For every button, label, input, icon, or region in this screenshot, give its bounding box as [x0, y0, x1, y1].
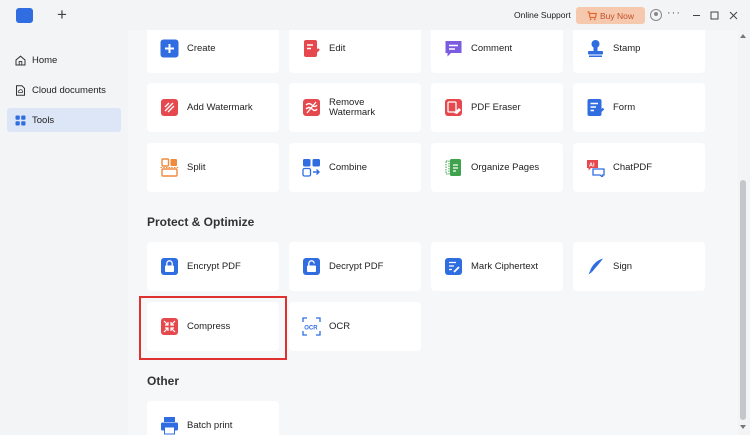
- section-title-protect-optimize: Protect & Optimize: [147, 215, 255, 229]
- stamp-icon: [588, 40, 603, 57]
- tool-label: Split: [187, 161, 206, 173]
- tool-add-watermark[interactable]: Add Watermark: [147, 83, 279, 132]
- new-tab-button[interactable]: +: [57, 5, 67, 25]
- tool-combine[interactable]: Combine: [289, 143, 421, 192]
- tool-label: Batch print: [187, 419, 233, 431]
- sidebar-item-tools[interactable]: Tools: [7, 108, 121, 132]
- remove-watermark-icon: [303, 99, 320, 116]
- maximize-icon[interactable]: [707, 8, 721, 22]
- tool-label: Combine: [329, 161, 368, 173]
- tools-panel: Create Edit Comment Stamp Add Watermark …: [128, 30, 738, 435]
- tool-split[interactable]: Split: [147, 143, 279, 192]
- minimize-icon[interactable]: [689, 8, 703, 22]
- tool-sign[interactable]: Sign: [573, 242, 705, 291]
- ocr-icon: OCR: [302, 317, 321, 336]
- user-avatar-icon[interactable]: [650, 9, 662, 21]
- tools-grid-icon: [15, 115, 26, 125]
- tool-create[interactable]: Create: [147, 30, 279, 73]
- tool-label: Add Watermark: [187, 101, 253, 113]
- tool-label: Encrypt PDF: [187, 260, 241, 272]
- more-menu-icon[interactable]: ···: [667, 7, 681, 19]
- online-support-link[interactable]: Online Support: [514, 10, 571, 20]
- cloud-document-icon: [16, 84, 25, 96]
- tool-label: Comment: [471, 42, 513, 54]
- tool-encrypt-pdf[interactable]: Encrypt PDF: [147, 242, 279, 291]
- sign-pen-icon: [588, 258, 603, 275]
- tool-batch-print[interactable]: Batch print: [147, 401, 279, 435]
- tool-stamp[interactable]: Stamp: [573, 30, 705, 73]
- edit-icon: [304, 40, 320, 57]
- tool-label: Sign: [613, 260, 633, 272]
- tool-label: Remove Watermark: [329, 96, 376, 118]
- home-icon: [15, 55, 26, 65]
- split-icon: [160, 158, 179, 177]
- tool-form[interactable]: Form: [573, 83, 705, 132]
- tool-mark-ciphertext[interactable]: Mark Ciphertext: [431, 242, 563, 291]
- svg-text:AI: AI: [589, 163, 595, 169]
- tool-label: ChatPDF: [613, 161, 653, 173]
- tool-label: Form: [613, 101, 636, 113]
- tool-label: Organize Pages: [471, 161, 540, 173]
- scrollbar-thumb[interactable]: [740, 180, 746, 420]
- pdf-eraser-icon: [445, 99, 462, 116]
- sidebar-item-label: Tools: [32, 114, 55, 126]
- tool-remove-watermark[interactable]: Remove Watermark: [289, 83, 421, 132]
- tool-edit[interactable]: Edit: [289, 30, 421, 73]
- chatpdf-icon: AI: [587, 160, 605, 177]
- combine-icon: [302, 159, 320, 177]
- tool-label: PDF Eraser: [471, 101, 521, 113]
- organize-pages-icon: [445, 159, 461, 176]
- tool-pdf-eraser[interactable]: PDF Eraser: [431, 83, 563, 132]
- title-bar: + Online Support Buy Now ···: [0, 0, 750, 30]
- sidebar-item-label: Home: [32, 54, 58, 66]
- buy-now-button[interactable]: Buy Now: [576, 7, 645, 24]
- app-logo: [16, 8, 33, 23]
- compress-highlight-box: [139, 296, 287, 360]
- tool-organize-pages[interactable]: Organize Pages: [431, 143, 563, 192]
- sidebar: Home Cloud documents Tools: [0, 30, 128, 435]
- svg-text:OCR: OCR: [304, 325, 318, 331]
- add-watermark-icon: [161, 99, 178, 116]
- decrypt-unlock-icon: [303, 258, 320, 275]
- scroll-down-icon[interactable]: [740, 425, 746, 429]
- tool-comment[interactable]: Comment: [431, 30, 563, 73]
- tool-label: OCR: [329, 320, 351, 332]
- tool-decrypt-pdf[interactable]: Decrypt PDF: [289, 242, 421, 291]
- create-plus-icon: [160, 39, 179, 58]
- form-icon: [587, 99, 605, 116]
- tool-label: Stamp: [613, 42, 641, 54]
- comment-icon: [445, 41, 462, 57]
- tool-label: Decrypt PDF: [329, 260, 384, 272]
- section-title-other: Other: [147, 374, 180, 388]
- cart-icon: [587, 10, 597, 20]
- scrollbar[interactable]: [738, 30, 750, 435]
- encrypt-lock-icon: [161, 258, 178, 275]
- sidebar-item-cloud-documents[interactable]: Cloud documents: [7, 78, 121, 102]
- batch-print-icon: [161, 417, 178, 435]
- close-icon[interactable]: [726, 8, 740, 22]
- sidebar-item-label: Cloud documents: [32, 84, 106, 96]
- tool-label: Create: [187, 42, 216, 54]
- buy-now-label: Buy Now: [599, 10, 634, 21]
- tool-ocr[interactable]: OCR OCR: [289, 302, 421, 351]
- tool-chatpdf[interactable]: AI ChatPDF: [573, 143, 705, 192]
- tool-label: Mark Ciphertext: [471, 260, 539, 272]
- sidebar-item-home[interactable]: Home: [7, 48, 121, 72]
- mark-ciphertext-icon: [445, 258, 462, 275]
- tool-label: Edit: [329, 42, 346, 54]
- scroll-up-icon[interactable]: [740, 34, 746, 38]
